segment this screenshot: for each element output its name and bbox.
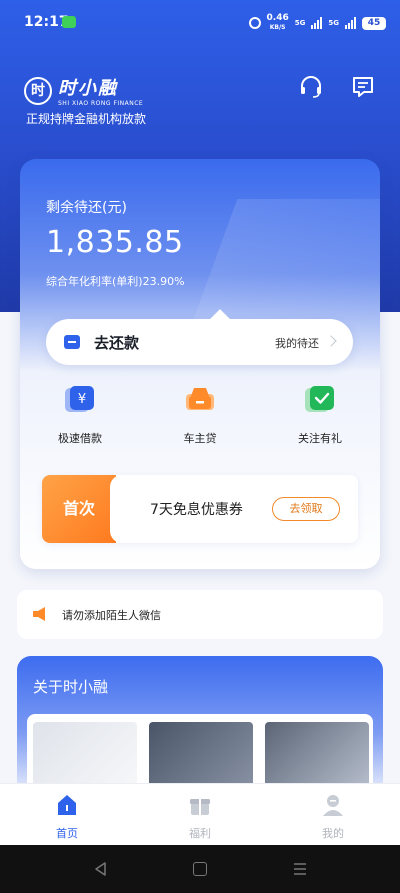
interest-rate-text: 综合年化利率(单利)23.90% [46,275,185,288]
brand-name-en: SHI XIAO RONG FINANCE [58,100,144,107]
claim-coupon-button[interactable]: 去领取 [272,497,340,521]
brand-logo: 时 时小融 SHI XIAO RONG FINANCE [24,74,143,107]
logo-text: 时小融 SHI XIAO RONG FINANCE [58,74,143,107]
battery-icon: 45 [362,16,386,30]
status-right: 0.46 KB/S 5G 5G 45 [248,14,386,32]
wechat-notification-icon [62,16,76,28]
tab-label: 首页 [56,827,78,840]
network-speed: 0.46 KB/S [267,14,289,32]
speaker-icon [33,607,45,621]
headset-icon[interactable] [298,74,324,100]
tab-mine[interactable]: 我的 [293,794,373,841]
quick-action-car-loan[interactable]: 车主贷 [150,384,250,446]
quick-action-follow-gift[interactable]: 关注有礼 [270,384,370,446]
tab-home[interactable]: 首页 [27,794,107,841]
tab-label: 我的 [322,827,344,840]
message-icon[interactable] [350,74,376,100]
nav-menu-icon[interactable] [292,861,308,877]
nav-home-icon[interactable] [193,862,207,876]
my-repay-link[interactable]: 我的待还 [275,335,319,351]
coupon-badge: 首次 [42,475,122,543]
coupon-banner[interactable]: 首次 7天免息优惠券 去领取 [42,475,358,543]
home-icon [58,795,76,815]
quick-action-label: 车主贷 [183,432,217,445]
repay-label: 去还款 [94,334,140,352]
wechat-check-icon [305,386,334,412]
notice-text: 请勿添加陌生人微信 [62,609,161,622]
nav-back-icon[interactable] [93,861,109,877]
loan-summary-card: 剩余待还(元) 1,835.85 综合年化利率(单利)23.90% 去还款 我的… [20,159,380,569]
about-gallery [27,714,373,794]
brand-slogan: 正规持牌金融机构放款 [26,112,147,126]
user-icon [323,795,343,816]
coupon-text: 7天免息优惠券 [150,502,243,518]
quick-action-fast-loan[interactable]: ¥ 极速借款 [30,384,130,446]
signal-1-icon [311,17,323,29]
yuan-card-icon: ¥ [65,386,94,412]
network-speed-value: 0.46 [266,13,289,23]
chevron-right-icon [325,335,337,347]
brand-name-cn: 时小融 [58,78,118,99]
signal-2-label: 5G [328,19,339,27]
car-icon [186,388,214,410]
signal-1-label: 5G [294,19,306,27]
remain-label: 剩余待还(元) [46,200,127,216]
tab-welfare[interactable]: 福利 [160,794,240,841]
status-bar: 12:17 0.46 KB/S 5G 5G 45 [0,0,400,44]
tab-label: 福利 [189,827,211,840]
network-speed-unit: KB/S [269,24,286,31]
quick-action-label: 极速借款 [58,432,102,445]
system-nav-bar [0,845,400,893]
bottom-tab-bar: 首页 福利 我的 [0,783,400,845]
signal-2-icon [345,17,356,29]
quick-action-label: 关注有礼 [298,432,342,445]
svg-text:¥: ¥ [78,392,86,407]
gift-icon [190,799,210,815]
wallet-icon [64,335,80,349]
about-title: 关于时小融 [33,678,109,696]
safety-notice[interactable]: 请勿添加陌生人微信 [17,590,383,639]
about-section: 关于时小融 [17,656,383,796]
repay-button[interactable]: 去还款 我的待还 [46,309,353,365]
remain-amount: 1,835.85 [46,225,184,260]
logo-mark-icon: 时 [24,76,52,105]
alarm-icon [248,17,261,29]
